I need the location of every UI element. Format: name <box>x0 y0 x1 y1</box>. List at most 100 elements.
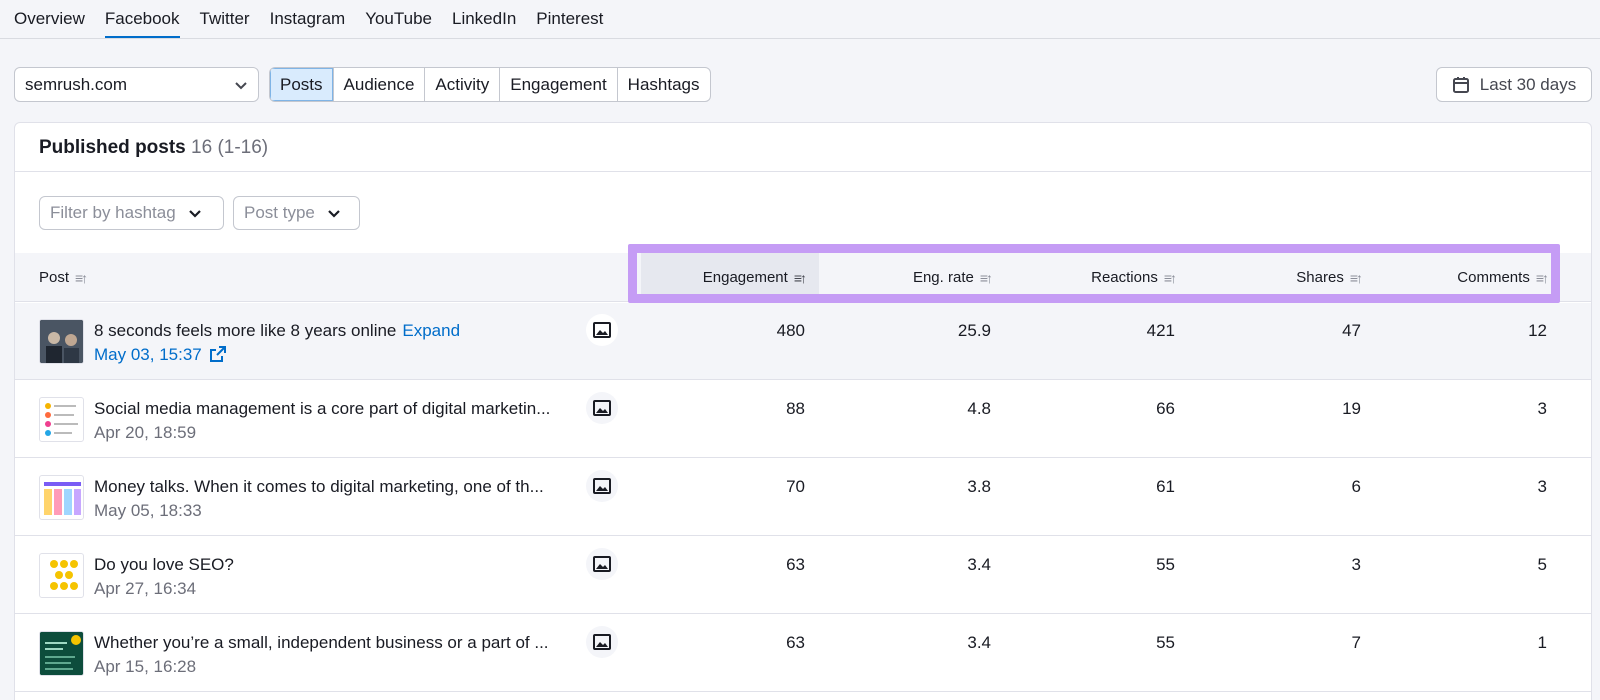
cell-reactions: 421 <box>1146 321 1175 340</box>
tab-pinterest[interactable]: Pinterest <box>536 0 603 38</box>
image-post-icon <box>586 314 618 346</box>
column-shares-label: Shares <box>1296 269 1344 286</box>
post-type-filter[interactable]: Post type <box>233 196 360 230</box>
chevron-down-icon <box>235 81 247 89</box>
image-post-icon <box>586 392 618 424</box>
external-link-icon <box>210 346 227 362</box>
tab-overview[interactable]: Overview <box>14 0 85 38</box>
sort-icon: ≡↑ <box>75 269 88 286</box>
post-thumbnail <box>39 319 84 364</box>
cell-shares: 3 <box>1351 555 1361 574</box>
sort-icon: ≡↑ <box>1163 269 1177 286</box>
post-date: Apr 15, 16:28 <box>94 657 197 676</box>
chevron-down-icon <box>188 210 201 218</box>
tab-youtube[interactable]: YouTube <box>365 0 432 38</box>
date-range-button[interactable]: Last 30 days <box>1436 67 1592 102</box>
column-eng-rate-label: Eng. rate <box>912 269 974 286</box>
sort-icon: ≡↑ <box>793 269 807 286</box>
table-row[interactable]: Do you love SEO? Apr 27, 16:34 63 3.4 55… <box>15 537 1591 614</box>
post-text: Whether you’re a small, independent busi… <box>94 633 549 652</box>
post-date-value: May 03, 15:37 <box>94 345 202 364</box>
post-text: Do you love SEO? <box>94 555 234 574</box>
hashtag-filter-placeholder: Filter by hashtag <box>50 203 176 222</box>
tab-posts[interactable]: Posts <box>270 68 334 101</box>
date-range-label: Last 30 days <box>1479 74 1577 94</box>
post-thumbnail <box>39 553 84 598</box>
tab-hashtags[interactable]: Hashtags <box>618 68 710 101</box>
cell-shares: 7 <box>1351 633 1361 652</box>
cell-reactions: 55 <box>1156 633 1175 652</box>
cell-eng-rate: 3.4 <box>967 555 991 574</box>
card-title: Published posts 16 (1-16) <box>39 137 268 159</box>
cell-shares: 19 <box>1342 399 1361 418</box>
post-thumbnail <box>39 631 84 676</box>
cell-engagement: 63 <box>786 555 805 574</box>
cell-shares: 47 <box>1342 321 1361 340</box>
cell-comments: 5 <box>1537 555 1547 574</box>
cell-engagement: 480 <box>776 321 805 340</box>
image-post-icon <box>586 470 618 502</box>
table-row[interactable]: 8 seconds feels more like 8 years online… <box>15 303 1591 380</box>
sort-icon: ≡↑ <box>979 269 993 286</box>
cell-comments: 3 <box>1537 477 1547 496</box>
cell-reactions: 66 <box>1156 399 1175 418</box>
hashtag-filter[interactable]: Filter by hashtag <box>39 196 224 230</box>
cell-reactions: 55 <box>1156 555 1175 574</box>
sort-icon: ≡↑ <box>1349 269 1363 286</box>
cell-engagement: 70 <box>786 477 805 496</box>
calendar-icon <box>1452 76 1469 93</box>
column-shares[interactable]: Shares ≡↑ <box>1191 253 1377 302</box>
published-posts-card: Published posts 16 (1-16) Filter by hash… <box>14 122 1592 700</box>
post-date: Apr 20, 18:59 <box>94 423 197 442</box>
column-engagement-label: Engagement <box>702 269 788 286</box>
platform-tabs: Overview Facebook Twitter Instagram YouT… <box>0 0 1600 39</box>
cell-engagement: 88 <box>786 399 805 418</box>
divider <box>15 171 1591 172</box>
domain-select[interactable]: semrush.com <box>14 67 259 102</box>
column-post[interactable]: Post ≡↑ <box>39 253 88 302</box>
cell-comments: 1 <box>1537 633 1547 652</box>
column-comments-label: Comments <box>1457 269 1530 286</box>
post-date-link[interactable]: May 03, 15:37 <box>94 344 227 366</box>
tab-linkedin[interactable]: LinkedIn <box>452 0 516 38</box>
post-thumbnail <box>39 475 84 520</box>
cell-eng-rate: 3.8 <box>967 477 991 496</box>
expand-link[interactable]: Expand <box>402 321 460 340</box>
domain-value: semrush.com <box>25 74 128 94</box>
post-thumbnail <box>39 397 84 442</box>
post-text: Social media management is a core part o… <box>94 399 551 418</box>
cell-eng-rate: 4.8 <box>967 399 991 418</box>
image-post-icon <box>586 626 618 658</box>
column-reactions-label: Reactions <box>1091 269 1158 286</box>
table-row[interactable]: Social media management is a core part o… <box>15 381 1591 458</box>
report-tabs: Posts Audience Activity Engagement Hasht… <box>269 67 711 102</box>
tab-facebook[interactable]: Facebook <box>104 0 180 38</box>
cell-comments: 12 <box>1528 321 1547 340</box>
table-row[interactable]: Whether you’re a small, independent busi… <box>15 615 1591 692</box>
tab-engagement[interactable]: Engagement <box>500 68 618 101</box>
column-eng-rate[interactable]: Eng. rate ≡↑ <box>819 253 1007 302</box>
cell-eng-rate: 25.9 <box>957 321 991 340</box>
cell-shares: 6 <box>1351 477 1361 496</box>
cell-comments: 3 <box>1537 399 1547 418</box>
column-engagement[interactable]: Engagement ≡↑ <box>641 253 819 302</box>
post-type-placeholder: Post type <box>244 203 315 222</box>
post-text-content: 8 seconds feels more like 8 years online <box>94 321 397 340</box>
post-date: May 05, 18:33 <box>94 501 202 520</box>
tab-instagram[interactable]: Instagram <box>270 0 346 38</box>
cell-eng-rate: 3.4 <box>967 633 991 652</box>
table-row[interactable]: Money talks. When it comes to digital ma… <box>15 459 1591 536</box>
tab-audience[interactable]: Audience <box>334 68 426 101</box>
cell-reactions: 61 <box>1156 477 1175 496</box>
chevron-down-icon <box>328 210 340 218</box>
tab-activity[interactable]: Activity <box>425 68 501 101</box>
post-text: 8 seconds feels more like 8 years online… <box>94 320 584 342</box>
image-post-icon <box>586 548 618 580</box>
column-comments[interactable]: Comments ≡↑ <box>1377 253 1563 302</box>
post-date: Apr 27, 16:34 <box>94 579 197 598</box>
post-text: Money talks. When it comes to digital ma… <box>94 477 544 496</box>
column-reactions[interactable]: Reactions ≡↑ <box>1007 253 1191 302</box>
card-title-count: 16 (1-16) <box>191 137 269 158</box>
cell-engagement: 63 <box>786 633 805 652</box>
tab-twitter[interactable]: Twitter <box>200 0 250 38</box>
